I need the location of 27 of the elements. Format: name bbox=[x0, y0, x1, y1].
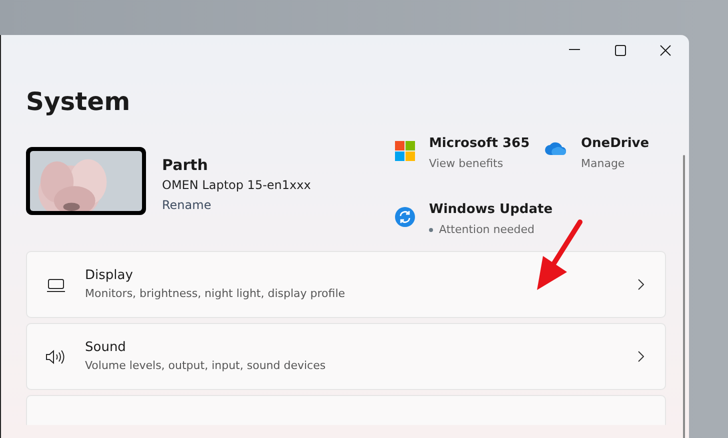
speaker-icon bbox=[45, 348, 67, 364]
four-squares-icon[interactable] bbox=[395, 141, 415, 161]
card-title: Sound bbox=[85, 339, 127, 357]
user-name: Parth bbox=[162, 155, 209, 175]
tile-title[interactable]: Microsoft 365 bbox=[429, 135, 530, 153]
card-description: Volume levels, output, input, sound devices bbox=[85, 358, 327, 374]
tile-subtitle: Manage bbox=[581, 156, 625, 172]
page-title: System bbox=[26, 87, 132, 117]
card-description: Monitors, brightness, night light, display profile bbox=[85, 286, 346, 302]
cloud-icon[interactable] bbox=[545, 141, 567, 155]
chevron-right-icon bbox=[638, 351, 644, 362]
chevron-right-icon bbox=[638, 279, 644, 290]
scrollbar[interactable] bbox=[683, 155, 685, 438]
close-icon[interactable] bbox=[660, 44, 671, 56]
card-title: Display bbox=[85, 267, 134, 285]
laptop-icon bbox=[45, 276, 67, 292]
settings-card[interactable]: Sound Volume levels, output, input, sound devices bbox=[26, 323, 666, 390]
sync-icon[interactable] bbox=[395, 207, 415, 227]
tile-subtitle: Attention needed bbox=[439, 222, 535, 238]
tile-title[interactable]: Windows Update bbox=[429, 201, 553, 219]
settings-card[interactable]: Display Monitors, brightness, night light, display profile bbox=[26, 251, 666, 318]
tile-title[interactable]: OneDrive bbox=[581, 135, 650, 153]
device-name: OMEN Laptop 15-en1xxx bbox=[162, 177, 311, 194]
rename-link[interactable]: Rename bbox=[162, 195, 311, 215]
maximize-icon[interactable] bbox=[615, 44, 626, 56]
minimize-icon[interactable] bbox=[569, 49, 581, 51]
tile-subtitle: View benefits bbox=[429, 156, 504, 172]
